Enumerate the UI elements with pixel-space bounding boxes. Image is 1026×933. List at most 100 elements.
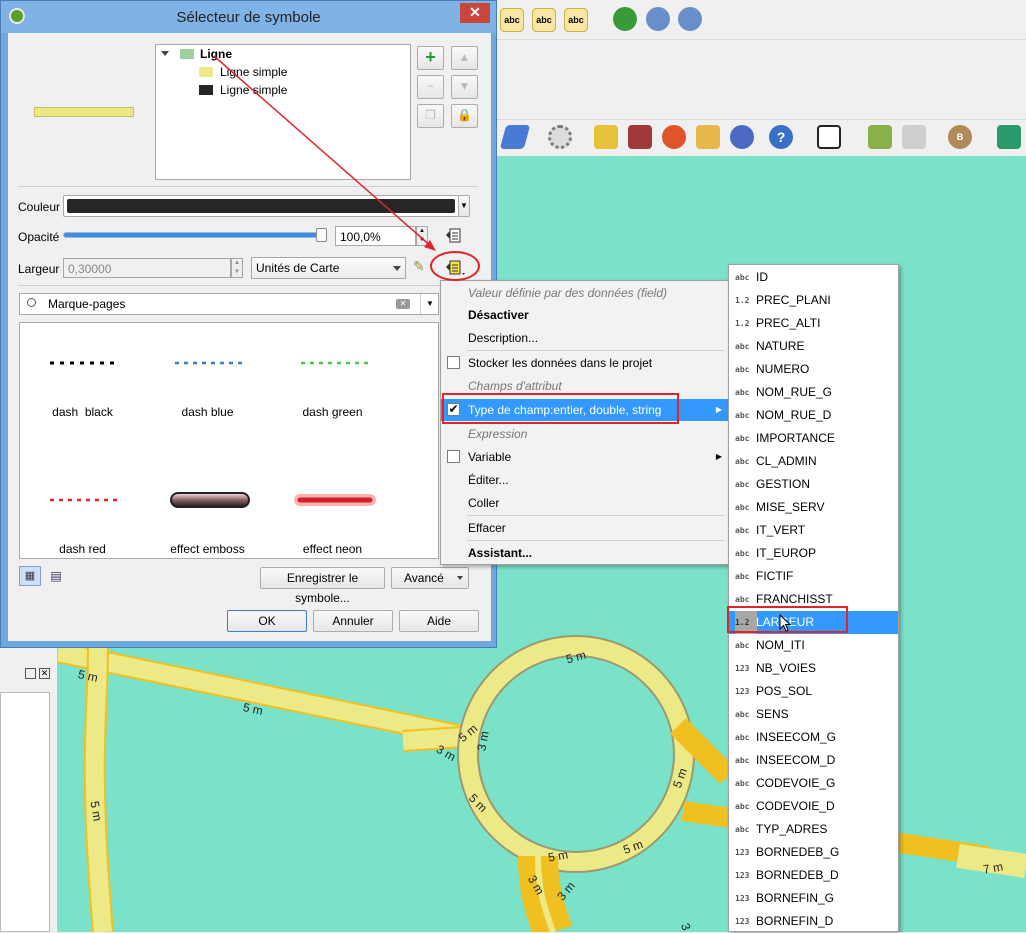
symbol-label[interactable]: dash green bbox=[270, 405, 395, 419]
tree-expand-icon[interactable] bbox=[161, 51, 169, 56]
field-item[interactable]: abc INSEECOM_D bbox=[729, 749, 898, 772]
clear-search-icon[interactable]: ✕ bbox=[396, 299, 410, 309]
pin-icon[interactable] bbox=[594, 125, 618, 149]
ok-button[interactable]: OK bbox=[227, 610, 307, 632]
digitize-icon[interactable] bbox=[628, 125, 652, 149]
tools-icon[interactable] bbox=[868, 125, 892, 149]
menu-description[interactable]: Description... bbox=[441, 327, 728, 349]
search-dropdown-icon[interactable]: ▼ bbox=[420, 294, 439, 314]
field-item[interactable]: abc MISE_SERV bbox=[729, 496, 898, 519]
field-item[interactable]: 123 NB_VOIES bbox=[729, 657, 898, 680]
field-item[interactable]: abc CL_ADMIN bbox=[729, 450, 898, 473]
apple-icon[interactable] bbox=[662, 125, 686, 149]
float-button[interactable] bbox=[25, 668, 36, 679]
field-item[interactable]: abc TYP_ADRES bbox=[729, 818, 898, 841]
search-box[interactable]: Marque-pages ✕ ▼ bbox=[19, 293, 439, 315]
table-icon[interactable] bbox=[902, 125, 926, 149]
icon-view-toggle[interactable]: ▦ bbox=[19, 566, 41, 586]
add-layer-button[interactable]: + bbox=[417, 46, 444, 70]
store-checkbox[interactable] bbox=[447, 356, 460, 369]
duplicate-layer-button[interactable]: ❐ bbox=[417, 104, 444, 128]
list-view-toggle[interactable]: ▤ bbox=[45, 566, 67, 586]
identify-icon[interactable] bbox=[730, 125, 754, 149]
save-symbol-button[interactable]: Enregistrer le symbole... bbox=[260, 567, 385, 605]
move-down-button[interactable]: ▼ bbox=[451, 75, 478, 99]
symbol-layer-tree[interactable]: Ligne Ligne simple Ligne simple bbox=[155, 44, 411, 180]
field-item[interactable]: abc NOM_ITI bbox=[729, 634, 898, 657]
label-pin-icon[interactable]: abc bbox=[532, 8, 556, 32]
field-item[interactable]: abc SENS bbox=[729, 703, 898, 726]
field-item[interactable]: 123 POS_SOL bbox=[729, 680, 898, 703]
search-input[interactable]: Marque-pages bbox=[48, 297, 125, 311]
field-item[interactable]: abc IMPORTANCE bbox=[729, 427, 898, 450]
menu-edit[interactable]: Éditer... bbox=[441, 469, 728, 491]
field-item[interactable]: abc ID bbox=[729, 266, 898, 289]
effect-neon-preview[interactable] bbox=[290, 485, 380, 515]
field-item[interactable]: abc NOM_RUE_G bbox=[729, 381, 898, 404]
width-spinbox[interactable]: 0,30000 bbox=[63, 258, 231, 278]
dash-red-preview[interactable] bbox=[45, 485, 120, 515]
field-item[interactable]: 123 BORNEDEB_D bbox=[729, 864, 898, 887]
opacity-slider-handle[interactable] bbox=[316, 228, 327, 242]
dash-blue-preview[interactable] bbox=[170, 348, 245, 378]
help-icon[interactable]: ? bbox=[769, 125, 793, 149]
field-item[interactable]: abc CODEVOIE_D bbox=[729, 795, 898, 818]
symbol-label[interactable]: effect neon bbox=[270, 542, 395, 556]
globe-search-icon[interactable] bbox=[678, 7, 702, 31]
remove-layer-button[interactable]: − bbox=[417, 75, 444, 99]
cancel-button[interactable]: Annuler bbox=[313, 610, 393, 632]
tree-root-label[interactable]: Ligne bbox=[200, 47, 232, 61]
style-brush-icon[interactable] bbox=[499, 125, 531, 149]
field-item[interactable]: abc CODEVOIE_G bbox=[729, 772, 898, 795]
menu-assistant[interactable]: Assistant... bbox=[441, 542, 728, 564]
field-item[interactable]: abc INSEECOM_G bbox=[729, 726, 898, 749]
field-item[interactable]: 1.2 PREC_PLANI bbox=[729, 289, 898, 312]
label-tool-icon[interactable]: abc bbox=[500, 8, 524, 32]
dialog-titlebar[interactable]: Sélecteur de symbole ✕ bbox=[1, 1, 496, 33]
effect-emboss-preview[interactable] bbox=[165, 485, 255, 515]
grid-icon[interactable] bbox=[817, 125, 841, 149]
help-button[interactable]: Aide bbox=[399, 610, 479, 632]
plugin-b-icon[interactable]: B bbox=[948, 125, 972, 149]
field-item[interactable]: abc NOM_RUE_D bbox=[729, 404, 898, 427]
width-spin-arrows[interactable]: ▲ ▼ bbox=[231, 258, 243, 278]
opacity-slider[interactable] bbox=[63, 228, 327, 242]
menu-deactivate[interactable]: Désactiver bbox=[441, 304, 728, 326]
field-item[interactable]: abc FICTIF bbox=[729, 565, 898, 588]
wave-icon[interactable] bbox=[997, 125, 1021, 149]
unit-select[interactable]: Unités de Carte bbox=[251, 257, 406, 279]
field-item[interactable]: abc NATURE bbox=[729, 335, 898, 358]
field-item[interactable]: abc IT_VERT bbox=[729, 519, 898, 542]
color-button[interactable] bbox=[63, 195, 459, 217]
symbol-label[interactable]: dash black bbox=[20, 405, 145, 419]
menu-variable[interactable]: Variable ▶ bbox=[441, 446, 728, 468]
globe-add-icon[interactable] bbox=[646, 7, 670, 31]
close-panel-icon[interactable]: ✕ bbox=[39, 668, 50, 679]
opacity-spinbox[interactable]: 100,0% bbox=[335, 226, 416, 246]
symbol-label[interactable]: dash blue bbox=[145, 405, 270, 419]
menu-store-in-project[interactable]: Stocker les données dans le projet bbox=[441, 352, 728, 374]
menu-clear[interactable]: Effacer bbox=[441, 517, 728, 539]
move-up-button[interactable]: ▲ bbox=[451, 46, 478, 70]
variable-checkbox[interactable] bbox=[447, 450, 460, 463]
field-item[interactable]: 123 BORNEDEB_G bbox=[729, 841, 898, 864]
gear-icon[interactable] bbox=[548, 125, 572, 149]
dash-black-preview[interactable] bbox=[45, 348, 120, 378]
field-item[interactable]: 123 BORNEFIN_G bbox=[729, 887, 898, 910]
close-button[interactable]: ✕ bbox=[460, 3, 490, 23]
field-item[interactable]: abc GESTION bbox=[729, 473, 898, 496]
symbol-label[interactable]: dash red bbox=[20, 542, 145, 556]
globe-green-icon[interactable] bbox=[613, 7, 637, 31]
field-item[interactable]: 123 BORNEFIN_D bbox=[729, 910, 898, 933]
opacity-spin-arrows[interactable]: ▲ ▼ bbox=[416, 226, 428, 246]
tree-child-2-label[interactable]: Ligne simple bbox=[220, 83, 287, 97]
field-item[interactable]: 1.2 PREC_ALTI bbox=[729, 312, 898, 335]
tree-child-1-label[interactable]: Ligne simple bbox=[220, 65, 287, 79]
menu-paste[interactable]: Coller bbox=[441, 492, 728, 514]
dash-green-preview[interactable] bbox=[296, 348, 371, 378]
color-dropdown-button[interactable]: ▼ bbox=[458, 195, 470, 217]
label-edit-icon[interactable]: abc bbox=[564, 8, 588, 32]
lock-layer-button[interactable]: 🔒 bbox=[451, 104, 478, 128]
opacity-data-defined-icon[interactable] bbox=[444, 226, 466, 246]
folder-icon[interactable] bbox=[696, 125, 720, 149]
